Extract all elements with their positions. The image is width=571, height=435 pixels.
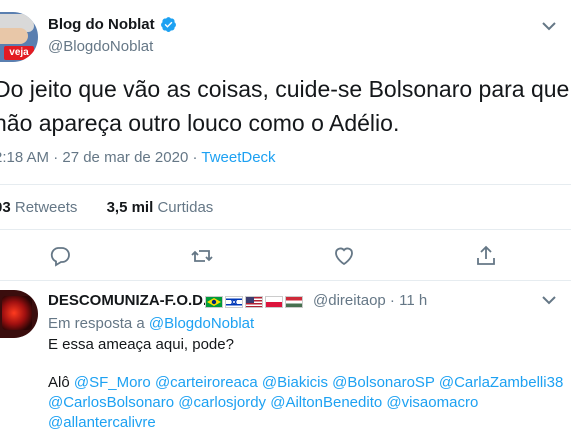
mention-link[interactable]: @BlogdoNoblat (149, 315, 254, 332)
mention-link[interactable]: @AiltonBenedito (270, 394, 382, 411)
like-icon[interactable] (332, 244, 356, 268)
divider (0, 280, 571, 281)
tweet-meta: 2:18 AM · 27 de mar de 2020 · TweetDeck (0, 149, 276, 166)
author-name[interactable]: Blog do Noblat (48, 16, 155, 33)
tweet-text-line: não apareça outro louco como o Adélio. (0, 110, 400, 136)
author-avatar[interactable]: veja (0, 12, 38, 62)
mention-link[interactable]: @CarlosBolsonaro (48, 394, 174, 411)
reply-mentions: Alô @SF_Moro @carteiroreaca @Biakicis @B… (48, 374, 564, 431)
tweet-time[interactable]: 2:18 AM · 27 de mar de 2020 · (0, 149, 201, 166)
mention-link[interactable]: @CarlaZambelli38 (439, 374, 563, 391)
mention-link[interactable]: @visaomacro (386, 394, 478, 411)
verified-badge-icon (161, 17, 176, 32)
reply-icon[interactable] (48, 244, 72, 268)
mention-link[interactable]: @carteiroreaca (155, 374, 258, 391)
chevron-down-icon[interactable] (541, 292, 557, 308)
divider (0, 229, 571, 230)
divider (0, 184, 571, 185)
mention-link[interactable]: @SF_Moro (74, 374, 151, 391)
reply-avatar[interactable] (0, 290, 38, 338)
mention-link[interactable]: @allantercalivre (48, 414, 156, 431)
author-handle[interactable]: @BlogdoNoblat (48, 38, 153, 55)
likes-stat[interactable]: 3,5 mil Curtidas (107, 199, 214, 216)
tweet-source-link[interactable]: TweetDeck (201, 149, 275, 166)
reply-text: E essa ameaça aqui, pode? (48, 336, 234, 353)
tweet-text-line: Do jeito que vão as coisas, cuide-se Bol… (0, 76, 570, 102)
retweets-stat[interactable]: 03 Retweets (0, 199, 77, 216)
reply-author-handle[interactable]: @direitaop · 11 h (313, 292, 427, 309)
in-reply-to: Em resposta a @BlogdoNoblat (48, 315, 255, 332)
reply-author-name[interactable]: DESCOMUNIZA-F.O.D. (48, 292, 207, 309)
retweet-icon[interactable] (190, 244, 214, 268)
tweet-stats: 03 Retweets 3,5 mil Curtidas (0, 199, 213, 216)
flag-israel-icon (225, 295, 243, 308)
flag-poland-icon (265, 295, 283, 308)
reply-author-flags (205, 293, 305, 308)
chevron-down-icon[interactable] (541, 18, 557, 34)
flag-usa-icon (245, 295, 263, 308)
mention-link[interactable]: @BolsonaroSP (332, 374, 435, 391)
mention-link[interactable]: @carlosjordy (178, 394, 266, 411)
tweet-text: Do jeito que vão as coisas, cuide-se Bol… (0, 72, 571, 140)
share-icon[interactable] (474, 244, 498, 268)
flag-hungary-icon (285, 295, 303, 308)
flag-brazil-icon (205, 295, 223, 308)
avatar-badge: veja (4, 46, 34, 60)
mention-link[interactable]: @Biakicis (262, 374, 328, 391)
